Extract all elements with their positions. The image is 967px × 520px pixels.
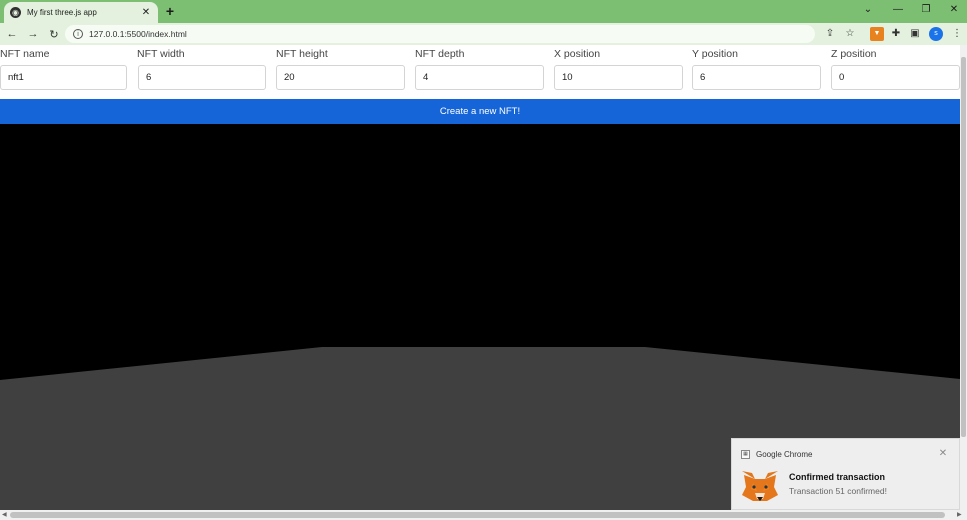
y-position-input[interactable]: 6: [692, 65, 821, 90]
star-icon[interactable]: ☆: [843, 27, 857, 41]
site-info-icon[interactable]: i: [73, 29, 83, 39]
notification-header: ▦ Google Chrome: [741, 450, 812, 459]
field-label: NFT width: [137, 48, 185, 60]
tab-strip: ◉ My first three.js app ✕ + ⌄ — ❐ ✕: [0, 0, 967, 23]
nft-width-input[interactable]: 6: [138, 65, 266, 90]
nft-form: NFT name nft1 NFT width 6 NFT height 20 …: [0, 45, 960, 99]
minimize-button[interactable]: —: [888, 4, 908, 15]
horizontal-scroll-thumb[interactable]: [10, 512, 945, 518]
horizontal-scrollbar[interactable]: ◀ ▶: [0, 510, 967, 520]
field-label: NFT depth: [415, 48, 465, 60]
field-label: X position: [554, 48, 601, 60]
chrome-notification[interactable]: ▦ Google Chrome ✕ Confirmed transaction …: [731, 438, 960, 510]
field-label: Z position: [831, 48, 877, 60]
browser-toolbar: ← → ↻ i 127.0.0.1:5500/index.html: [0, 23, 967, 45]
metamask-fox-icon: [742, 471, 778, 501]
tab-search-icon[interactable]: ⌄: [858, 4, 878, 15]
nft-name-input[interactable]: nft1: [0, 65, 127, 90]
back-button[interactable]: ←: [3, 28, 21, 40]
tab-title: My first three.js app: [27, 8, 97, 17]
menu-kebab-icon[interactable]: ⋮: [950, 27, 964, 41]
new-tab-button[interactable]: +: [163, 4, 177, 18]
x-position-input[interactable]: 10: [554, 65, 683, 90]
nft-depth-input[interactable]: 4: [415, 65, 544, 90]
notification-message: Transaction 51 confirmed!: [789, 486, 887, 496]
address-bar[interactable]: i 127.0.0.1:5500/index.html: [65, 25, 815, 43]
reload-button[interactable]: ↻: [45, 28, 63, 41]
url-text: 127.0.0.1:5500/index.html: [89, 29, 187, 39]
chrome-icon: ▦: [741, 450, 750, 459]
notification-app-name: Google Chrome: [756, 450, 813, 459]
globe-icon: ◉: [10, 7, 21, 18]
restore-button[interactable]: ❐: [916, 4, 936, 15]
nft-height-input[interactable]: 20: [276, 65, 405, 90]
vertical-scrollbar[interactable]: [960, 45, 967, 510]
field-label: NFT name: [0, 48, 50, 60]
field-label: Y position: [692, 48, 738, 60]
metamask-extension-icon[interactable]: ▼: [870, 27, 884, 41]
tab-close-icon[interactable]: ✕: [140, 7, 152, 18]
forward-button[interactable]: →: [24, 28, 42, 40]
notification-close-icon[interactable]: ✕: [937, 448, 949, 459]
sidepanel-icon[interactable]: ▣: [908, 27, 922, 41]
vertical-scroll-thumb[interactable]: [961, 57, 966, 437]
scroll-right-icon[interactable]: ▶: [957, 511, 962, 518]
profile-avatar[interactable]: s: [929, 27, 943, 41]
create-nft-button[interactable]: Create a new NFT!: [0, 99, 960, 124]
share-icon[interactable]: ⇪: [823, 27, 837, 41]
close-window-button[interactable]: ✕: [944, 4, 964, 15]
browser-tab[interactable]: ◉ My first three.js app ✕: [4, 2, 158, 23]
z-position-input[interactable]: 0: [831, 65, 960, 90]
field-label: NFT height: [276, 48, 328, 60]
scroll-left-icon[interactable]: ◀: [2, 511, 7, 518]
notification-title: Confirmed transaction: [789, 472, 886, 482]
puzzle-icon[interactable]: ✚: [889, 27, 903, 41]
